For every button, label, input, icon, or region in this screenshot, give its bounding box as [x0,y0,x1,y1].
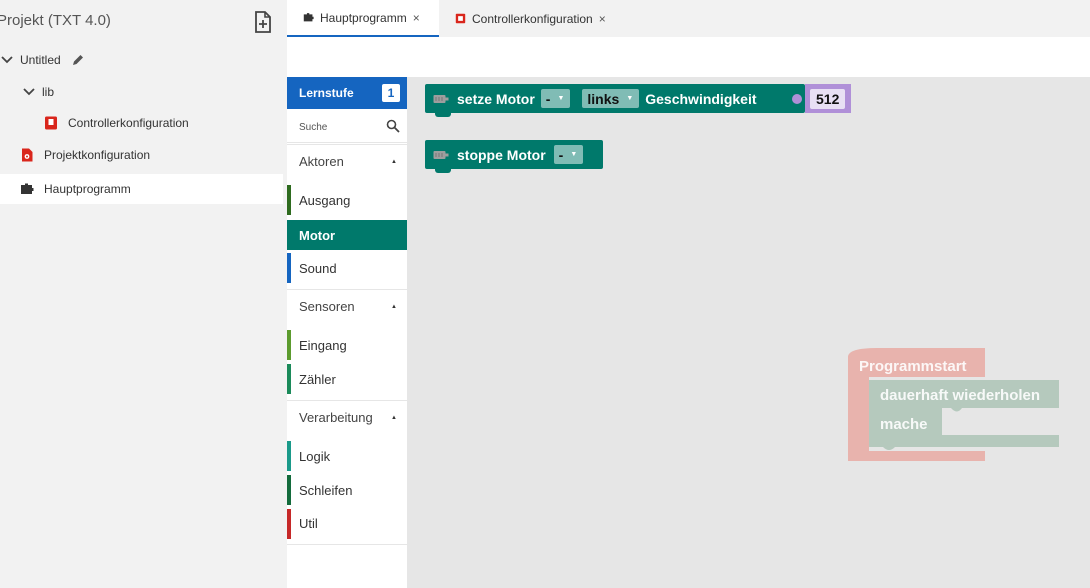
category-color-bar [287,330,291,360]
direction-dropdown[interactable]: links ▼ [582,89,640,108]
pencil-icon[interactable] [71,53,85,67]
motor-dropdown[interactable]: - ▼ [540,89,571,108]
motor-dropdown[interactable]: - ▼ [553,145,584,164]
tab-label: Hauptprogramm [320,10,407,25]
tree-item-lib[interactable]: lib [0,77,283,107]
category-item-label: Eingang [299,337,347,353]
tree-item-projektkonfiguration[interactable]: Projektkonfiguration [0,140,283,170]
loop-do-label: mache [880,416,928,433]
controller-icon [45,116,57,130]
collapse-triangle-icon: ▲ [391,415,397,421]
close-icon[interactable]: × [599,12,606,26]
project-sidebar: Projekt (TXT 4.0) Untitled lib Controlle… [0,0,287,588]
category-color-bar [287,253,291,283]
block-label: setze Motor [457,90,535,107]
program-start-label: Programmstart [859,358,967,375]
category-item-label: Logik [299,448,331,464]
category-color-bar [287,364,291,394]
category-color-bar [287,475,291,505]
project-header: Projekt (TXT 4.0) [0,0,287,44]
category-item-label: Util [299,516,318,531]
stop-motor-block[interactable]: stoppe Motor - ▼ [425,140,603,173]
tab-label: Controllerkonfiguration [472,11,593,26]
collapse-triangle-icon: ▲ [391,159,397,165]
lernstufe-selector[interactable]: Lernstufe 1 [287,77,407,109]
tab-hauptprogramm[interactable]: Hauptprogramm × [287,0,439,37]
puzzle-icon [303,13,314,22]
motor-icon [433,94,449,103]
category-sensoren[interactable]: Sensoren ▲ [287,289,407,323]
search-input[interactable] [297,118,385,136]
category-item-logik[interactable]: Logik [287,441,407,471]
lernstufe-label: Lernstufe [299,86,354,100]
close-icon[interactable]: × [413,11,420,25]
category-item-sound[interactable]: Sound [287,253,407,283]
set-motor-block[interactable]: setze Motor - ▼ links ▼ Geschwindigkeit [425,84,805,117]
editor-toolbar [287,37,1090,77]
dropdown-arrow-icon: ▼ [626,95,634,102]
tree-label-projektkonfiguration: Projektkonfiguration [44,148,151,162]
input-connector [792,94,802,104]
lernstufe-level-badge[interactable]: 1 [382,84,400,102]
new-file-icon[interactable] [253,11,273,33]
dropdown-arrow-icon: ▼ [557,95,565,102]
collapse-triangle-icon: ▲ [391,304,397,310]
loop-label: dauerhaft wiederholen [880,387,1041,404]
category-item-util[interactable]: Util [287,509,407,545]
block-toolbox: Lernstufe 1 Aktoren ▲ Ausgang Motor Soun… [287,77,407,588]
speed-value[interactable]: 512 [810,88,846,109]
tree-item-hauptprogramm[interactable]: Hauptprogramm [0,174,283,204]
category-label: Verarbeitung [299,410,373,425]
block-label: stoppe Motor [457,146,546,163]
tree-label-lib: lib [42,85,55,99]
puzzle-icon [21,183,34,194]
category-item-label: Ausgang [299,192,351,208]
dropdown-value: - [558,146,564,163]
block-notch [435,169,451,173]
category-color-bar [287,185,291,215]
tree-label-untitled: Untitled [20,53,61,67]
dropdown-arrow-icon: ▼ [570,151,578,158]
block-label-speed: Geschwindigkeit [645,90,757,107]
dropdown-value: - [545,90,551,107]
number-block[interactable]: 512 [805,84,851,113]
category-item-label: Sound [299,260,337,276]
category-item-label: Motor [299,227,336,243]
tree-item-controllerkonfiguration[interactable]: Controllerkonfiguration [0,108,283,138]
category-color-bar [287,509,291,539]
category-item-motor[interactable]: Motor [287,220,407,250]
config-file-icon [22,148,33,162]
tab-controllerkonfiguration[interactable]: Controllerkonfiguration × [455,0,635,37]
category-item-label: Schleifen [299,482,353,498]
category-label: Aktoren [299,154,344,169]
category-color-bar [287,441,291,471]
tree-item-untitled[interactable]: Untitled [0,45,283,75]
controller-icon [455,13,466,24]
tree-label-hauptprogramm: Hauptprogramm [44,182,131,196]
category-item-ausgang[interactable]: Ausgang [287,185,407,215]
category-aktoren[interactable]: Aktoren ▲ [287,144,407,178]
category-item-schleifen[interactable]: Schleifen [287,475,407,505]
chevron-down-icon [23,88,35,96]
category-item-zaehler[interactable]: Zähler [287,364,407,394]
motor-icon [433,150,449,159]
tree-label-controllerkonfiguration: Controllerkonfiguration [68,116,189,130]
category-label: Sensoren [299,299,355,314]
search-icon[interactable] [386,119,400,133]
tab-bar: Hauptprogramm × Controllerkonfiguration … [287,0,1090,37]
project-title: Projekt (TXT 4.0) [0,12,111,29]
toolbox-search [287,109,407,143]
category-item-eingang[interactable]: Eingang [287,330,407,360]
dropdown-value: links [587,90,620,107]
category-item-label: Zähler [299,371,336,387]
block-notch [435,113,451,117]
category-verarbeitung[interactable]: Verarbeitung ▲ [287,400,407,434]
chevron-down-icon [1,56,13,64]
blockly-workspace[interactable]: setze Motor - ▼ links ▼ Geschwindigkeit … [407,77,1090,588]
